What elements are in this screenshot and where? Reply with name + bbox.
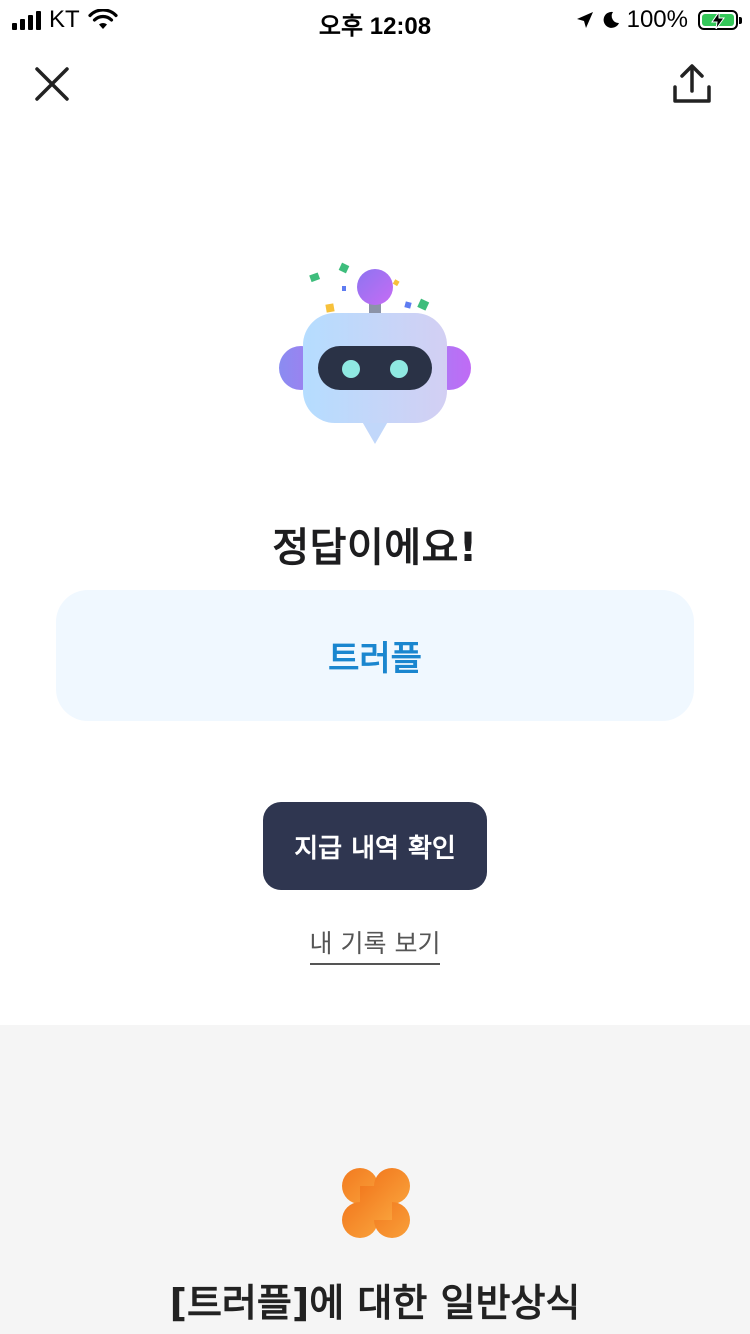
robot-mascot-icon (279, 262, 471, 444)
battery-charging-icon (698, 10, 742, 30)
status-bar-right: 100% (575, 6, 742, 34)
share-button[interactable] (670, 60, 714, 108)
close-button[interactable] (30, 62, 74, 106)
answer-card: 트러플 (56, 590, 694, 721)
payment-history-button[interactable]: 지급 내역 확인 (263, 802, 487, 890)
share-upload-icon (673, 64, 711, 103)
result-title: 정답이에요! (272, 525, 478, 571)
moon-icon (603, 11, 619, 28)
clover-icon (342, 1168, 410, 1238)
my-records-link[interactable]: 내 기록 보기 (309, 924, 441, 965)
close-icon (35, 67, 69, 101)
info-title: [트러플]에 대한 일반상식 (169, 1281, 581, 1325)
my-records-link-container: 내 기록 보기 (0, 924, 750, 965)
answer-text: 트러플 (328, 639, 422, 679)
battery-percent: 100% (626, 6, 688, 33)
location-arrow-icon (576, 12, 593, 28)
status-bar: KT 오후 12:08 100% (0, 0, 750, 40)
